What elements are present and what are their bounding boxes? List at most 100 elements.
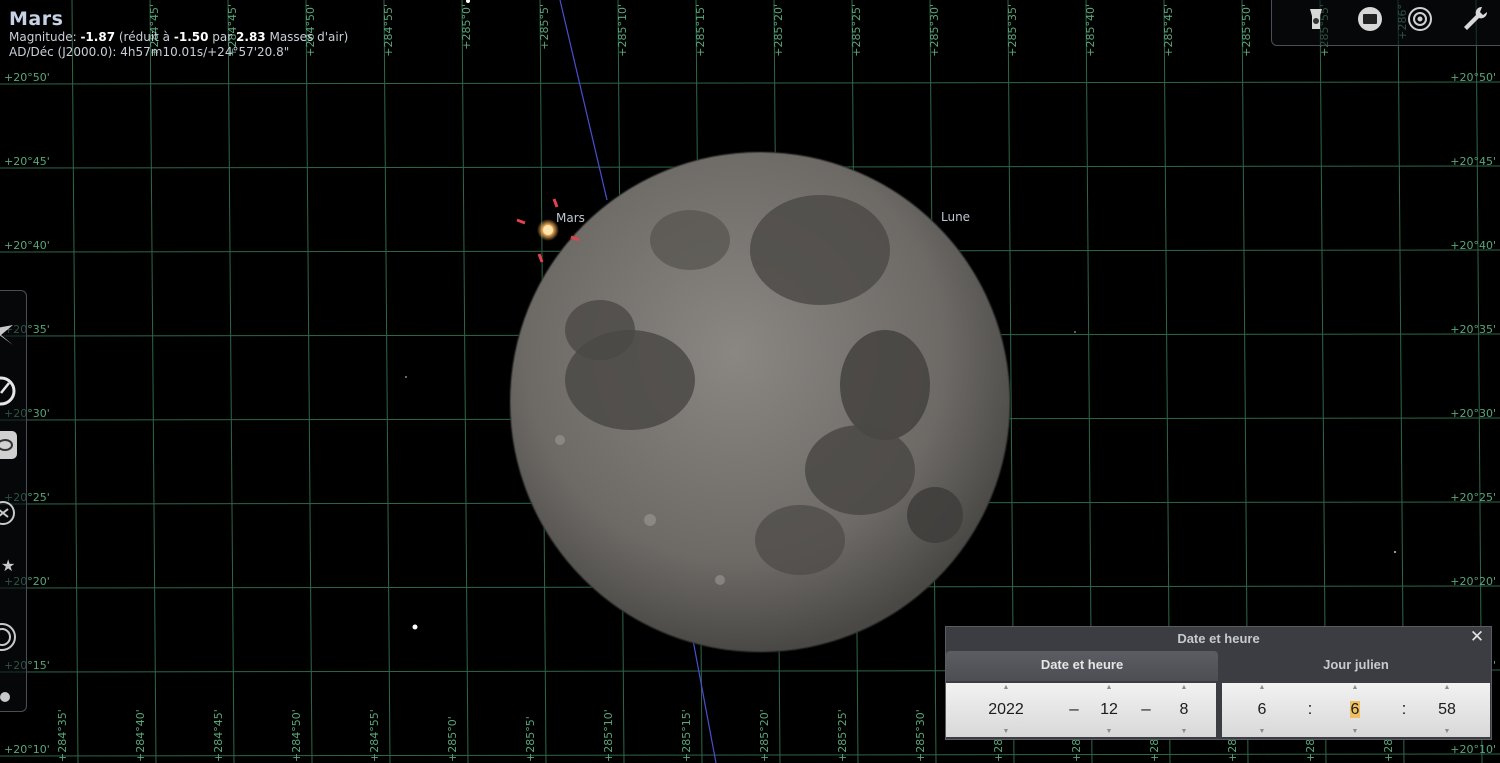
ra-label-bottom: +284°50' [290, 709, 303, 762]
ecliptic-line [559, 0, 608, 201]
day-spinbox[interactable]: ▲ 8 ▼ [1154, 683, 1214, 737]
second-up-arrow-icon[interactable]: ▲ [1417, 683, 1477, 693]
star [405, 376, 407, 378]
galaxy-icon[interactable] [0, 429, 17, 461]
star [466, 0, 470, 3]
ra-label-top: +285°40' [1084, 4, 1097, 57]
magnitude-value: -1.87 [80, 30, 116, 44]
year-up-arrow-icon[interactable]: ▲ [976, 683, 1036, 693]
month-up-arrow-icon[interactable]: ▲ [1079, 683, 1139, 693]
second-value[interactable]: 58 [1417, 693, 1477, 727]
ra-label-top: +284°55' [382, 4, 395, 57]
ra-label-bottom: +284°35' [56, 709, 69, 762]
star [1074, 331, 1076, 333]
object-info-panel: Mars Magnitude: -1.87 (réduit à -1.50 pa… [9, 8, 348, 60]
magnitude-label: Magnitude: [9, 30, 77, 44]
svg-text:★: ★ [1, 556, 15, 575]
declination-label: +20°50' [4, 71, 50, 84]
screen-icon[interactable] [1354, 3, 1386, 35]
ra-label-top: +285°45' [1162, 4, 1175, 57]
ra-label-top: +285°10' [616, 4, 629, 57]
ra-label-top: +285°25' [850, 4, 863, 57]
magnitude-reduced: -1.50 [173, 30, 209, 44]
time-separator: : [1401, 699, 1407, 718]
ra-label-top: +285°0' [460, 4, 473, 50]
tab-date-time[interactable]: Date et heure [946, 651, 1218, 681]
ra-label-top: +285°50' [1240, 4, 1253, 57]
minute-value[interactable]: 6 [1325, 693, 1385, 727]
dialog-title: Date et heure [1177, 631, 1260, 646]
ra-label-bottom: +285°5' [524, 716, 537, 762]
ra-label-bottom: +284°45' [212, 709, 225, 762]
declination-label: +20°25' [1450, 491, 1496, 504]
year-down-arrow-icon[interactable]: ▼ [976, 727, 1036, 737]
hour-spinbox[interactable]: ▲ 6 ▼ [1232, 683, 1292, 737]
planet-icon[interactable] [0, 621, 17, 653]
minute-down-arrow-icon[interactable]: ▼ [1325, 727, 1385, 737]
minute-text[interactable]: 6 [1349, 701, 1361, 718]
time-panel: ▲ 6 ▼ : ▲ 6 ▼ : ▲ 58 ▼ [1222, 683, 1490, 737]
telescope-icon[interactable] [0, 681, 17, 713]
ra-label-top: +285°30' [928, 4, 941, 57]
minute-spinbox[interactable]: ▲ 6 ▼ [1325, 683, 1385, 737]
magnitude-text-2: par [212, 30, 233, 44]
declination-label: +20°35' [1450, 323, 1496, 336]
minute-up-arrow-icon[interactable]: ▲ [1325, 683, 1385, 693]
ra-label-bottom: +285°20' [758, 709, 771, 762]
ra-label-top: +285°35' [1006, 4, 1019, 57]
hour-value[interactable]: 6 [1232, 693, 1292, 727]
nebula-icon[interactable] [0, 497, 17, 529]
day-down-arrow-icon[interactable]: ▼ [1154, 727, 1214, 737]
day-value[interactable]: 8 [1154, 693, 1214, 727]
date-panel: ▲ 2022 ▼ – ▲ 12 ▼ – ▲ 8 ▼ [946, 683, 1216, 737]
date-time-dialog: Date et heure ✕ Date et heure Jour julie… [945, 626, 1492, 740]
ra-label-top: +285°15' [694, 4, 707, 57]
date-separator: – [1141, 699, 1151, 718]
ra-label-top: +285°5' [538, 4, 551, 50]
target-icon[interactable] [1404, 3, 1436, 35]
year-value[interactable]: 2022 [976, 693, 1036, 727]
declination-label: +20°40' [1450, 239, 1496, 252]
top-toolbar [1271, 0, 1500, 46]
ecliptic-line-lower [692, 639, 717, 763]
tab-julian-day[interactable]: Jour julien [1222, 651, 1490, 681]
constellation-icon[interactable] [0, 319, 17, 351]
left-toolbar: ★ [0, 290, 27, 712]
mars-label: Mars [556, 211, 585, 225]
declination-label: +20°30' [1450, 407, 1496, 420]
year-spinbox[interactable]: ▲ 2022 ▼ [976, 683, 1036, 737]
magnitude-line: Magnitude: -1.87 (réduit à -1.50 par 2.8… [9, 30, 348, 45]
flashlight-icon[interactable] [1300, 3, 1332, 35]
star-icon[interactable]: ★ [0, 549, 17, 581]
close-icon[interactable]: ✕ [1468, 627, 1486, 649]
radec-line: AD/Déc (J2000.0): 4h57m10.01s/+24°57'20.… [9, 45, 290, 59]
declination-label: +20°45' [1450, 155, 1496, 168]
second-spinbox[interactable]: ▲ 58 ▼ [1417, 683, 1477, 737]
star [412, 624, 418, 630]
moon-label: Lune [941, 210, 971, 224]
declination-label: +20°10' [1450, 743, 1496, 756]
day-up-arrow-icon[interactable]: ▲ [1154, 683, 1214, 693]
hour-up-arrow-icon[interactable]: ▲ [1232, 683, 1292, 693]
hour-down-arrow-icon[interactable]: ▼ [1232, 727, 1292, 737]
declination-label: +20°45' [4, 155, 50, 168]
second-down-arrow-icon[interactable]: ▼ [1417, 727, 1477, 737]
magnitude-text-1: (réduit à [118, 30, 171, 44]
ra-label-bottom: +285°0' [446, 716, 459, 762]
time-icon[interactable] [0, 375, 17, 407]
object-name: Mars [9, 8, 64, 30]
ra-label-top: +285°20' [772, 4, 785, 57]
month-value[interactable]: 12 [1079, 693, 1139, 727]
ra-label-bottom: +285°15' [680, 709, 693, 762]
declination-label: +20°40' [4, 239, 50, 252]
ra-label-bottom: +285°30' [914, 709, 927, 762]
month-spinbox[interactable]: ▲ 12 ▼ [1079, 683, 1139, 737]
ra-label-bottom: +285°10' [602, 709, 615, 762]
wrench-icon[interactable] [1458, 3, 1490, 35]
ra-label-bottom: +284°40' [134, 709, 147, 762]
month-down-arrow-icon[interactable]: ▼ [1079, 727, 1139, 737]
moon[interactable] [509, 151, 1011, 653]
ra-label-bottom: +285°25' [836, 709, 849, 762]
time-separator: : [1307, 699, 1313, 718]
ra-label-bottom: +284°55' [368, 709, 381, 762]
